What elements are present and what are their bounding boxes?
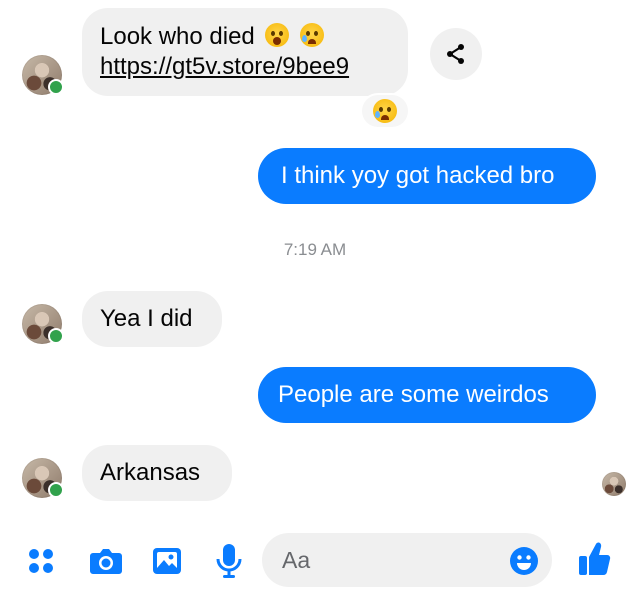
message-bubble-outgoing[interactable]: I think yoy got hacked bro bbox=[258, 148, 596, 204]
message-input[interactable] bbox=[280, 545, 504, 575]
microphone-icon bbox=[216, 544, 242, 578]
voice-message-button[interactable] bbox=[214, 542, 244, 580]
message-bubble-outgoing[interactable]: People are some weirdos bbox=[258, 367, 596, 423]
message-link[interactable]: https://gt5v.store/9bee9 bbox=[100, 53, 349, 80]
message-bubble-incoming[interactable]: Look who died https://gt5v.store/9bee9 bbox=[82, 8, 408, 96]
thumbs-up-icon bbox=[579, 542, 611, 576]
share-button[interactable] bbox=[430, 28, 482, 80]
contact-avatar[interactable] bbox=[22, 55, 64, 95]
smiley-emoji-icon bbox=[510, 547, 538, 575]
online-status-dot bbox=[48, 328, 64, 344]
sad-sweat-face-emoji-icon bbox=[300, 23, 325, 47]
seen-indicator-avatar bbox=[602, 472, 626, 496]
online-status-dot bbox=[48, 79, 64, 95]
gallery-button[interactable] bbox=[150, 545, 184, 577]
emoji-button[interactable] bbox=[508, 545, 540, 577]
share-icon bbox=[447, 44, 464, 64]
image-gallery-icon bbox=[153, 548, 181, 574]
message-reaction[interactable] bbox=[362, 95, 408, 127]
more-actions-button[interactable] bbox=[26, 546, 56, 576]
message-text: I think yoy got hacked bro bbox=[281, 162, 555, 189]
camera-button[interactable] bbox=[88, 545, 124, 577]
message-text-line: Look who died bbox=[100, 22, 390, 52]
message-text: People are some weirdos bbox=[278, 381, 549, 408]
message-text: Yea I did bbox=[100, 305, 193, 332]
message-bubble-incoming[interactable]: Arkansas bbox=[82, 445, 232, 501]
like-button[interactable] bbox=[576, 540, 612, 578]
message-timestamp: 7:19 AM bbox=[283, 240, 347, 259]
message-text: Arkansas bbox=[100, 459, 201, 486]
online-status-dot bbox=[48, 482, 64, 498]
contact-avatar[interactable] bbox=[22, 458, 64, 498]
four-dots-menu-icon bbox=[29, 549, 53, 573]
message-text: Look who died bbox=[100, 23, 255, 50]
message-bubble-incoming[interactable]: Yea I did bbox=[82, 291, 222, 347]
contact-avatar[interactable] bbox=[22, 304, 64, 344]
astonished-face-emoji-icon bbox=[265, 23, 290, 47]
sad-sweat-face-emoji-icon bbox=[373, 99, 397, 123]
camera-icon bbox=[90, 549, 122, 574]
